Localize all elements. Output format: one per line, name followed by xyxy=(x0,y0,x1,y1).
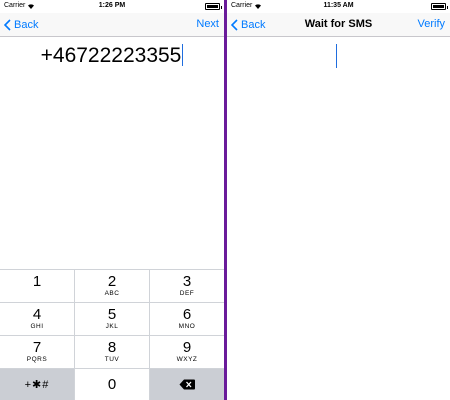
key-letters: MNO xyxy=(178,323,196,330)
verify-button[interactable]: Verify xyxy=(417,18,445,30)
backspace-icon xyxy=(179,379,195,390)
key-digit: 1 xyxy=(32,273,42,290)
status-time: 11:35 AM xyxy=(323,2,354,9)
status-bar: Carrier 1:26 PM xyxy=(0,0,224,13)
key-digit: 5 xyxy=(107,306,117,323)
key-digit: 7 xyxy=(32,339,42,356)
chevron-left-icon xyxy=(4,19,11,31)
key-1[interactable]: 1 xyxy=(0,270,74,302)
text-cursor xyxy=(182,44,184,66)
key-digit: 2 xyxy=(107,273,117,290)
key-7[interactable]: 7 PQRS xyxy=(0,336,74,368)
key-4[interactable]: 4 GHI xyxy=(0,303,74,335)
symbols-label: +✱# xyxy=(24,379,50,391)
key-6[interactable]: 6 MNO xyxy=(150,303,224,335)
key-8[interactable]: 8 TUV xyxy=(75,336,149,368)
navigation-bar: Back Next xyxy=(0,13,224,37)
key-digit: 4 xyxy=(32,306,42,323)
key-letters: GHI xyxy=(30,323,44,330)
key-letters: JKL xyxy=(105,323,119,330)
battery-icon xyxy=(205,3,222,10)
key-5[interactable]: 5 JKL xyxy=(75,303,149,335)
phone-entry-screen: Carrier 1:26 PM Back Next +46722223355 1… xyxy=(0,0,224,400)
key-letters: DEF xyxy=(179,290,195,297)
key-digit: 3 xyxy=(182,273,192,290)
status-bar: Carrier 11:35 AM xyxy=(227,0,450,13)
next-button[interactable]: Next xyxy=(196,18,219,30)
key-9[interactable]: 9 WXYZ xyxy=(150,336,224,368)
phone-number-field[interactable]: +46722223355 xyxy=(0,44,224,68)
numeric-keypad: 1 2 ABC 3 DEF 4 GHI 5 JKL 6 MNO 7 PQRS 8… xyxy=(0,269,224,400)
key-digit: 9 xyxy=(182,339,192,356)
key-digit: 6 xyxy=(182,306,192,323)
key-digit: 8 xyxy=(107,339,117,356)
key-letters: PQRS xyxy=(26,356,48,363)
back-button[interactable]: Back xyxy=(4,17,38,33)
key-0[interactable]: 0 xyxy=(75,369,149,400)
wait-for-sms-screen: Carrier 11:35 AM Back Wait for SMS Verif… xyxy=(227,0,450,400)
key-digit: 0 xyxy=(107,375,117,393)
status-time: 1:26 PM xyxy=(98,2,126,9)
key-3[interactable]: 3 DEF xyxy=(150,270,224,302)
key-letters: ABC xyxy=(104,290,120,297)
phone-number-value: +46722223355 xyxy=(40,44,182,67)
sms-code-input-cursor[interactable] xyxy=(336,44,337,68)
key-2[interactable]: 2 ABC xyxy=(75,270,149,302)
delete-key[interactable] xyxy=(150,369,224,400)
battery-icon xyxy=(431,3,448,10)
key-letters: TUV xyxy=(104,356,120,363)
symbols-key[interactable]: +✱# xyxy=(0,369,74,400)
key-letters: WXYZ xyxy=(176,356,198,363)
navigation-bar: Back Wait for SMS Verify xyxy=(227,13,450,37)
back-label: Back xyxy=(14,19,39,31)
